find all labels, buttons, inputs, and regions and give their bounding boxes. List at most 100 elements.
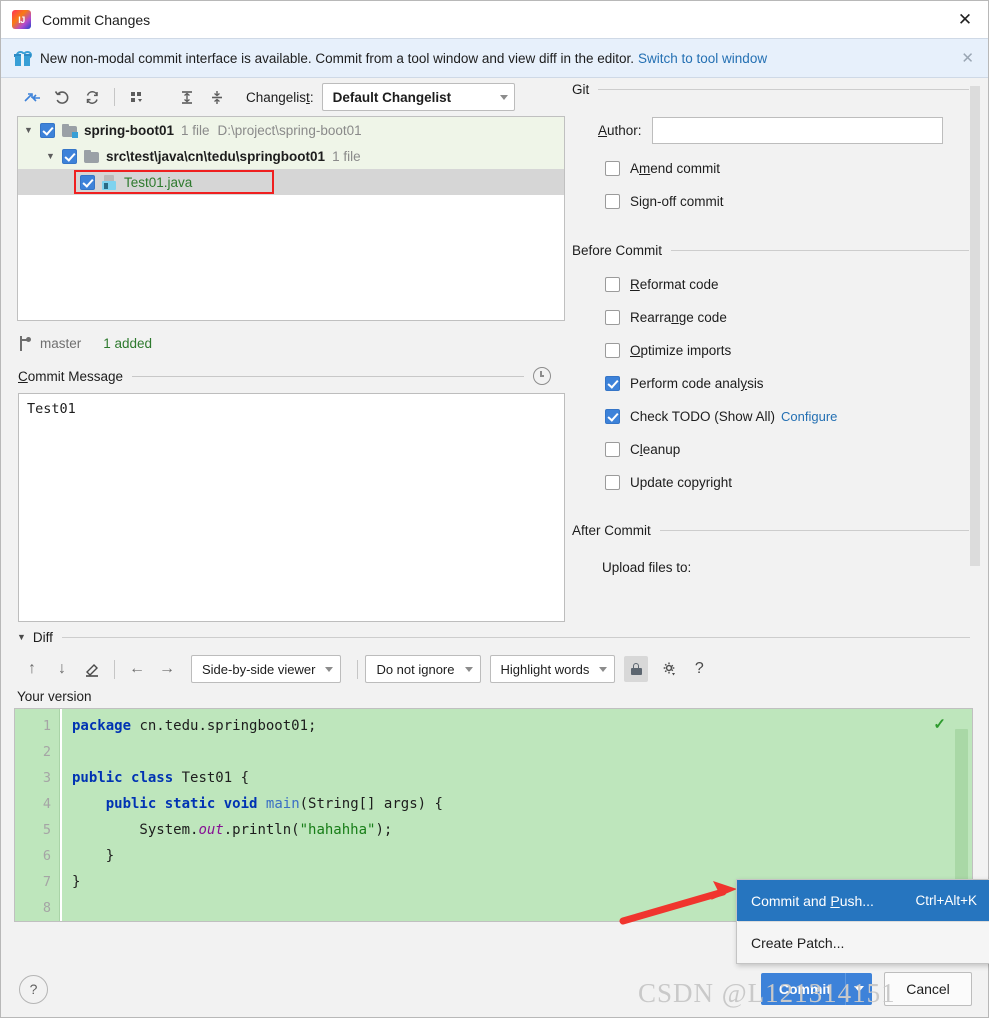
checkbox-sign-off-commit[interactable]: Sign-off commit bbox=[605, 185, 988, 218]
divider bbox=[132, 375, 524, 377]
line-number: 1 bbox=[42, 718, 51, 734]
gift-icon bbox=[14, 50, 32, 66]
question-mark-icon[interactable]: ? bbox=[684, 655, 714, 683]
checkbox-box[interactable] bbox=[605, 475, 620, 490]
checkbox-reformat-code[interactable]: Reformat code bbox=[605, 268, 988, 301]
notification-close-icon[interactable]: ✕ bbox=[955, 49, 980, 67]
checkbox-perform-code-analysis[interactable]: Perform code analysis bbox=[605, 367, 988, 400]
rollback-icon[interactable] bbox=[47, 83, 77, 111]
checkbox-rearrange-code[interactable]: Rearrange code bbox=[605, 301, 988, 334]
expand-triangle-icon[interactable]: ▼ bbox=[46, 151, 60, 161]
highlight-mode-value: Highlight words bbox=[500, 661, 590, 677]
checkbox-box[interactable] bbox=[605, 442, 620, 457]
options-scrollbar[interactable] bbox=[969, 86, 981, 566]
show-diff-icon[interactable] bbox=[17, 83, 47, 111]
checkbox-box[interactable] bbox=[605, 376, 620, 391]
checkbox-box[interactable] bbox=[605, 161, 620, 176]
checkbox-label: Cleanup bbox=[630, 442, 681, 457]
commit-dropdown-arrow-icon[interactable] bbox=[846, 973, 872, 1005]
code-line: } bbox=[72, 843, 972, 869]
collapse-triangle-icon[interactable]: ▼ bbox=[17, 632, 26, 642]
checkbox-update-copyright[interactable]: Update copyright bbox=[605, 466, 988, 499]
help-button[interactable]: ? bbox=[19, 974, 48, 1004]
chevron-down-icon bbox=[464, 666, 473, 672]
commit-message-input[interactable] bbox=[18, 393, 565, 622]
upper-split: Changelist: Default Changelist ▼ spring-… bbox=[1, 78, 988, 624]
previous-difference-icon[interactable]: ↑ bbox=[17, 655, 47, 683]
checkbox-label: Reformat code bbox=[630, 277, 719, 292]
tree-checkbox[interactable] bbox=[62, 148, 77, 164]
menu-item-label: Create Patch... bbox=[751, 934, 845, 951]
tree-node-meta: 1 file bbox=[181, 122, 210, 138]
divider bbox=[659, 530, 970, 531]
code-token: (String[] args) { bbox=[299, 796, 443, 812]
scrollbar-thumb[interactable] bbox=[970, 86, 980, 566]
cancel-button[interactable]: Cancel bbox=[884, 972, 972, 1006]
highlight-mode-dropdown[interactable]: Highlight words bbox=[489, 655, 616, 683]
change-count-status: 1 added bbox=[103, 335, 153, 351]
checkbox-cleanup[interactable]: Cleanup bbox=[605, 433, 988, 466]
edit-source-icon[interactable] bbox=[77, 655, 107, 683]
group-by-icon[interactable] bbox=[122, 83, 152, 111]
configure-todo-link[interactable]: Configure bbox=[781, 409, 837, 424]
viewer-mode-dropdown[interactable]: Side-by-side viewer bbox=[191, 655, 342, 683]
code-token: System. bbox=[72, 822, 199, 838]
code-token: public bbox=[105, 796, 165, 812]
red-arrow-annotation bbox=[619, 881, 737, 925]
after-commit-group-title: After Commit bbox=[572, 523, 651, 538]
changelist-dropdown[interactable]: Default Changelist bbox=[321, 83, 515, 111]
before-commit-group-title: Before Commit bbox=[572, 243, 663, 258]
expand-triangle-icon[interactable]: ▼ bbox=[24, 125, 38, 135]
checkbox-label: Amend commit bbox=[630, 161, 721, 176]
clock-icon[interactable] bbox=[533, 367, 551, 385]
divider bbox=[598, 89, 970, 90]
commit-dropdown-menu: Commit and Push... Ctrl+Alt+K Create Pat… bbox=[736, 879, 989, 964]
commit-options-pane: Git Author: Amend commit Sign-off commit bbox=[567, 78, 988, 624]
collapse-all-icon[interactable] bbox=[202, 83, 232, 111]
changes-tree[interactable]: ▼ spring-boot01 1 file D:\project\spring… bbox=[17, 116, 565, 321]
author-label: Author: bbox=[598, 123, 642, 138]
java-file-icon bbox=[102, 174, 117, 190]
tree-checkbox[interactable] bbox=[40, 122, 55, 138]
tree-row-project[interactable]: ▼ spring-boot01 1 file D:\project\spring… bbox=[18, 117, 564, 143]
next-difference-icon[interactable]: ↓ bbox=[47, 655, 77, 683]
author-field[interactable] bbox=[651, 117, 943, 144]
refresh-icon[interactable] bbox=[77, 83, 107, 111]
ignore-mode-dropdown[interactable]: Do not ignore bbox=[365, 655, 481, 683]
switch-to-tool-window-link[interactable]: Switch to tool window bbox=[638, 51, 767, 66]
accept-right-icon[interactable]: → bbox=[152, 655, 182, 683]
checkbox-box[interactable] bbox=[605, 194, 620, 209]
checkbox-label: Perform code analysis bbox=[630, 376, 764, 391]
lock-icon[interactable] bbox=[624, 656, 649, 682]
checkbox-check-todo[interactable]: Check TODO (Show All) Configure bbox=[605, 400, 988, 433]
accept-left-icon[interactable]: ← bbox=[122, 655, 152, 683]
changelist-label: Changelist: bbox=[246, 89, 314, 105]
menu-item-label: Commit and Push... bbox=[751, 892, 874, 909]
diff-section-header[interactable]: ▼ Diff bbox=[1, 624, 988, 650]
commit-button[interactable]: Commit bbox=[760, 973, 872, 1005]
close-icon[interactable]: ✕ bbox=[948, 5, 982, 35]
diff-scrollbar[interactable] bbox=[955, 729, 968, 899]
line-number: 6 bbox=[42, 848, 51, 864]
checkbox-amend-commit[interactable]: Amend commit bbox=[605, 152, 988, 185]
expand-all-icon[interactable] bbox=[172, 83, 202, 111]
tree-row-package[interactable]: ▼ src\test\java\cn\tedu\springboot01 1 f… bbox=[18, 143, 564, 169]
code-token: void bbox=[223, 796, 266, 812]
menu-item-commit-and-push[interactable]: Commit and Push... Ctrl+Alt+K bbox=[737, 880, 989, 921]
checkbox-optimize-imports[interactable]: Optimize imports bbox=[605, 334, 988, 367]
code-line: public static void main(String[] args) { bbox=[72, 791, 972, 817]
code-token: out bbox=[198, 822, 224, 838]
checkbox-box[interactable] bbox=[605, 310, 620, 325]
tree-row-file[interactable]: Test01.java bbox=[18, 169, 564, 195]
chevron-down-icon bbox=[325, 666, 334, 672]
checkbox-box[interactable] bbox=[605, 409, 620, 424]
gear-icon[interactable] bbox=[654, 655, 684, 683]
tree-checkbox[interactable] bbox=[80, 174, 95, 190]
tree-node-path: D:\project\spring-boot01 bbox=[217, 122, 362, 138]
diff-pane-title: Your version bbox=[17, 689, 92, 704]
menu-item-create-patch[interactable]: Create Patch... bbox=[737, 922, 989, 963]
checkbox-box[interactable] bbox=[605, 343, 620, 358]
checkbox-box[interactable] bbox=[605, 277, 620, 292]
author-row: Author: bbox=[598, 117, 988, 144]
